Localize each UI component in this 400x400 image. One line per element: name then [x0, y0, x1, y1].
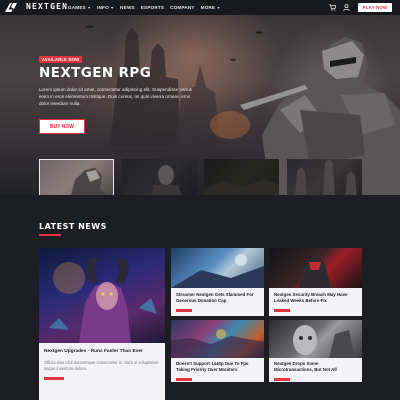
chevron-down-icon: ▼ — [87, 5, 92, 10]
news-tag-bar — [176, 309, 192, 312]
thumbnail-image — [204, 179, 279, 195]
menu-item-games[interactable]: GAMES ▼ — [68, 5, 91, 10]
news-tag-bar — [274, 309, 290, 312]
brand-name[interactable]: NEXTGEN — [26, 2, 68, 11]
thumbnail-image — [71, 168, 107, 195]
news-card-image — [269, 320, 362, 358]
menu-item-news[interactable]: NEWS — [120, 5, 135, 10]
news-tag-bar — [274, 378, 290, 381]
menu-item-label: MORE — [200, 5, 216, 10]
chevron-down-icon: ▼ — [110, 5, 115, 10]
news-card[interactable]: Doesn't Support 1440p Due To Fps Taking … — [171, 320, 264, 382]
news-tag-bar — [176, 378, 192, 381]
thumbnail-image — [295, 159, 357, 195]
hero-thumbnail-2[interactable] — [122, 159, 197, 195]
user-icon[interactable] — [343, 4, 350, 11]
news-card-title[interactable]: Nextgen Drops Some Microtransactions, Bu… — [274, 361, 358, 373]
hero-thumbnail-3[interactable] — [204, 159, 279, 195]
news-tag-bar — [44, 377, 64, 380]
featured-news-excerpt: Officia eius nihil doloremque consectetu… — [44, 360, 159, 371]
hero-thumbnail-4[interactable] — [287, 159, 362, 195]
cart-icon[interactable] — [329, 4, 336, 11]
section-title: LATEST NEWS — [39, 222, 107, 231]
play-now-button[interactable]: PLAY NOW — [358, 3, 392, 12]
hero-banner: AVAILABLE NOW NEXTGEN RPG Lorem ipsum do… — [0, 15, 400, 195]
buy-now-button[interactable]: BUY NOW — [39, 119, 85, 134]
chevron-down-icon: ▼ — [216, 5, 221, 10]
menu-item-company[interactable]: COMPANY — [170, 5, 195, 10]
hero-thumbnail-strip — [39, 159, 362, 195]
menu-item-label: INFO — [97, 5, 109, 10]
section-title-underline — [39, 234, 61, 236]
news-card-title[interactable]: Nextgen Security Breach May Have Leaked … — [274, 292, 358, 304]
hero-title: NEXTGEN RPG — [39, 65, 152, 81]
news-card[interactable]: Nextgen Drops Some Microtransactions, Bu… — [269, 320, 362, 382]
featured-news-title[interactable]: Nextgen Upgrades - Runs Faster Than Ever — [44, 349, 143, 354]
menu-item-label: ESPORTS — [140, 5, 165, 10]
news-card[interactable]: Nextgen Security Breach May Have Leaked … — [269, 248, 362, 316]
thumbnail-image — [150, 165, 182, 195]
news-card[interactable]: Streamer Nextgen Gets Slammed For Genero… — [171, 248, 264, 316]
top-navbar: NEXTGEN GAMES ▼ INFO ▼ NEWS ESPORTS COMP… — [0, 0, 400, 15]
menu-item-info[interactable]: INFO ▼ — [97, 5, 114, 10]
news-card-image — [171, 248, 264, 288]
news-card-title[interactable]: Doesn't Support 1440p Due To Fps Taking … — [176, 361, 260, 373]
menu-item-label: COMPANY — [170, 5, 195, 10]
menu-item-label: NEWS — [120, 5, 135, 10]
logo-icon[interactable] — [5, 3, 17, 12]
news-card-image — [171, 320, 264, 358]
news-card-title[interactable]: Streamer Nextgen Gets Slammed For Genero… — [176, 292, 260, 304]
menu-item-esports[interactable]: ESPORTS — [141, 5, 164, 10]
featured-news-card[interactable]: Nextgen Upgrades - Runs Faster Than Ever… — [39, 248, 165, 400]
menu-item-more[interactable]: MORE ▼ — [201, 5, 221, 10]
main-menu: GAMES ▼ INFO ▼ NEWS ESPORTS COMPANY MORE… — [68, 0, 221, 15]
menu-item-label: GAMES — [68, 5, 86, 10]
featured-news-image — [39, 248, 165, 343]
hero-thumbnail-1[interactable] — [39, 159, 114, 195]
news-card-image — [269, 248, 362, 288]
hero-description: Lorem ipsum dolor sit amet, consectetur … — [39, 87, 192, 106]
availability-badge: AVAILABLE NOW — [39, 56, 83, 63]
